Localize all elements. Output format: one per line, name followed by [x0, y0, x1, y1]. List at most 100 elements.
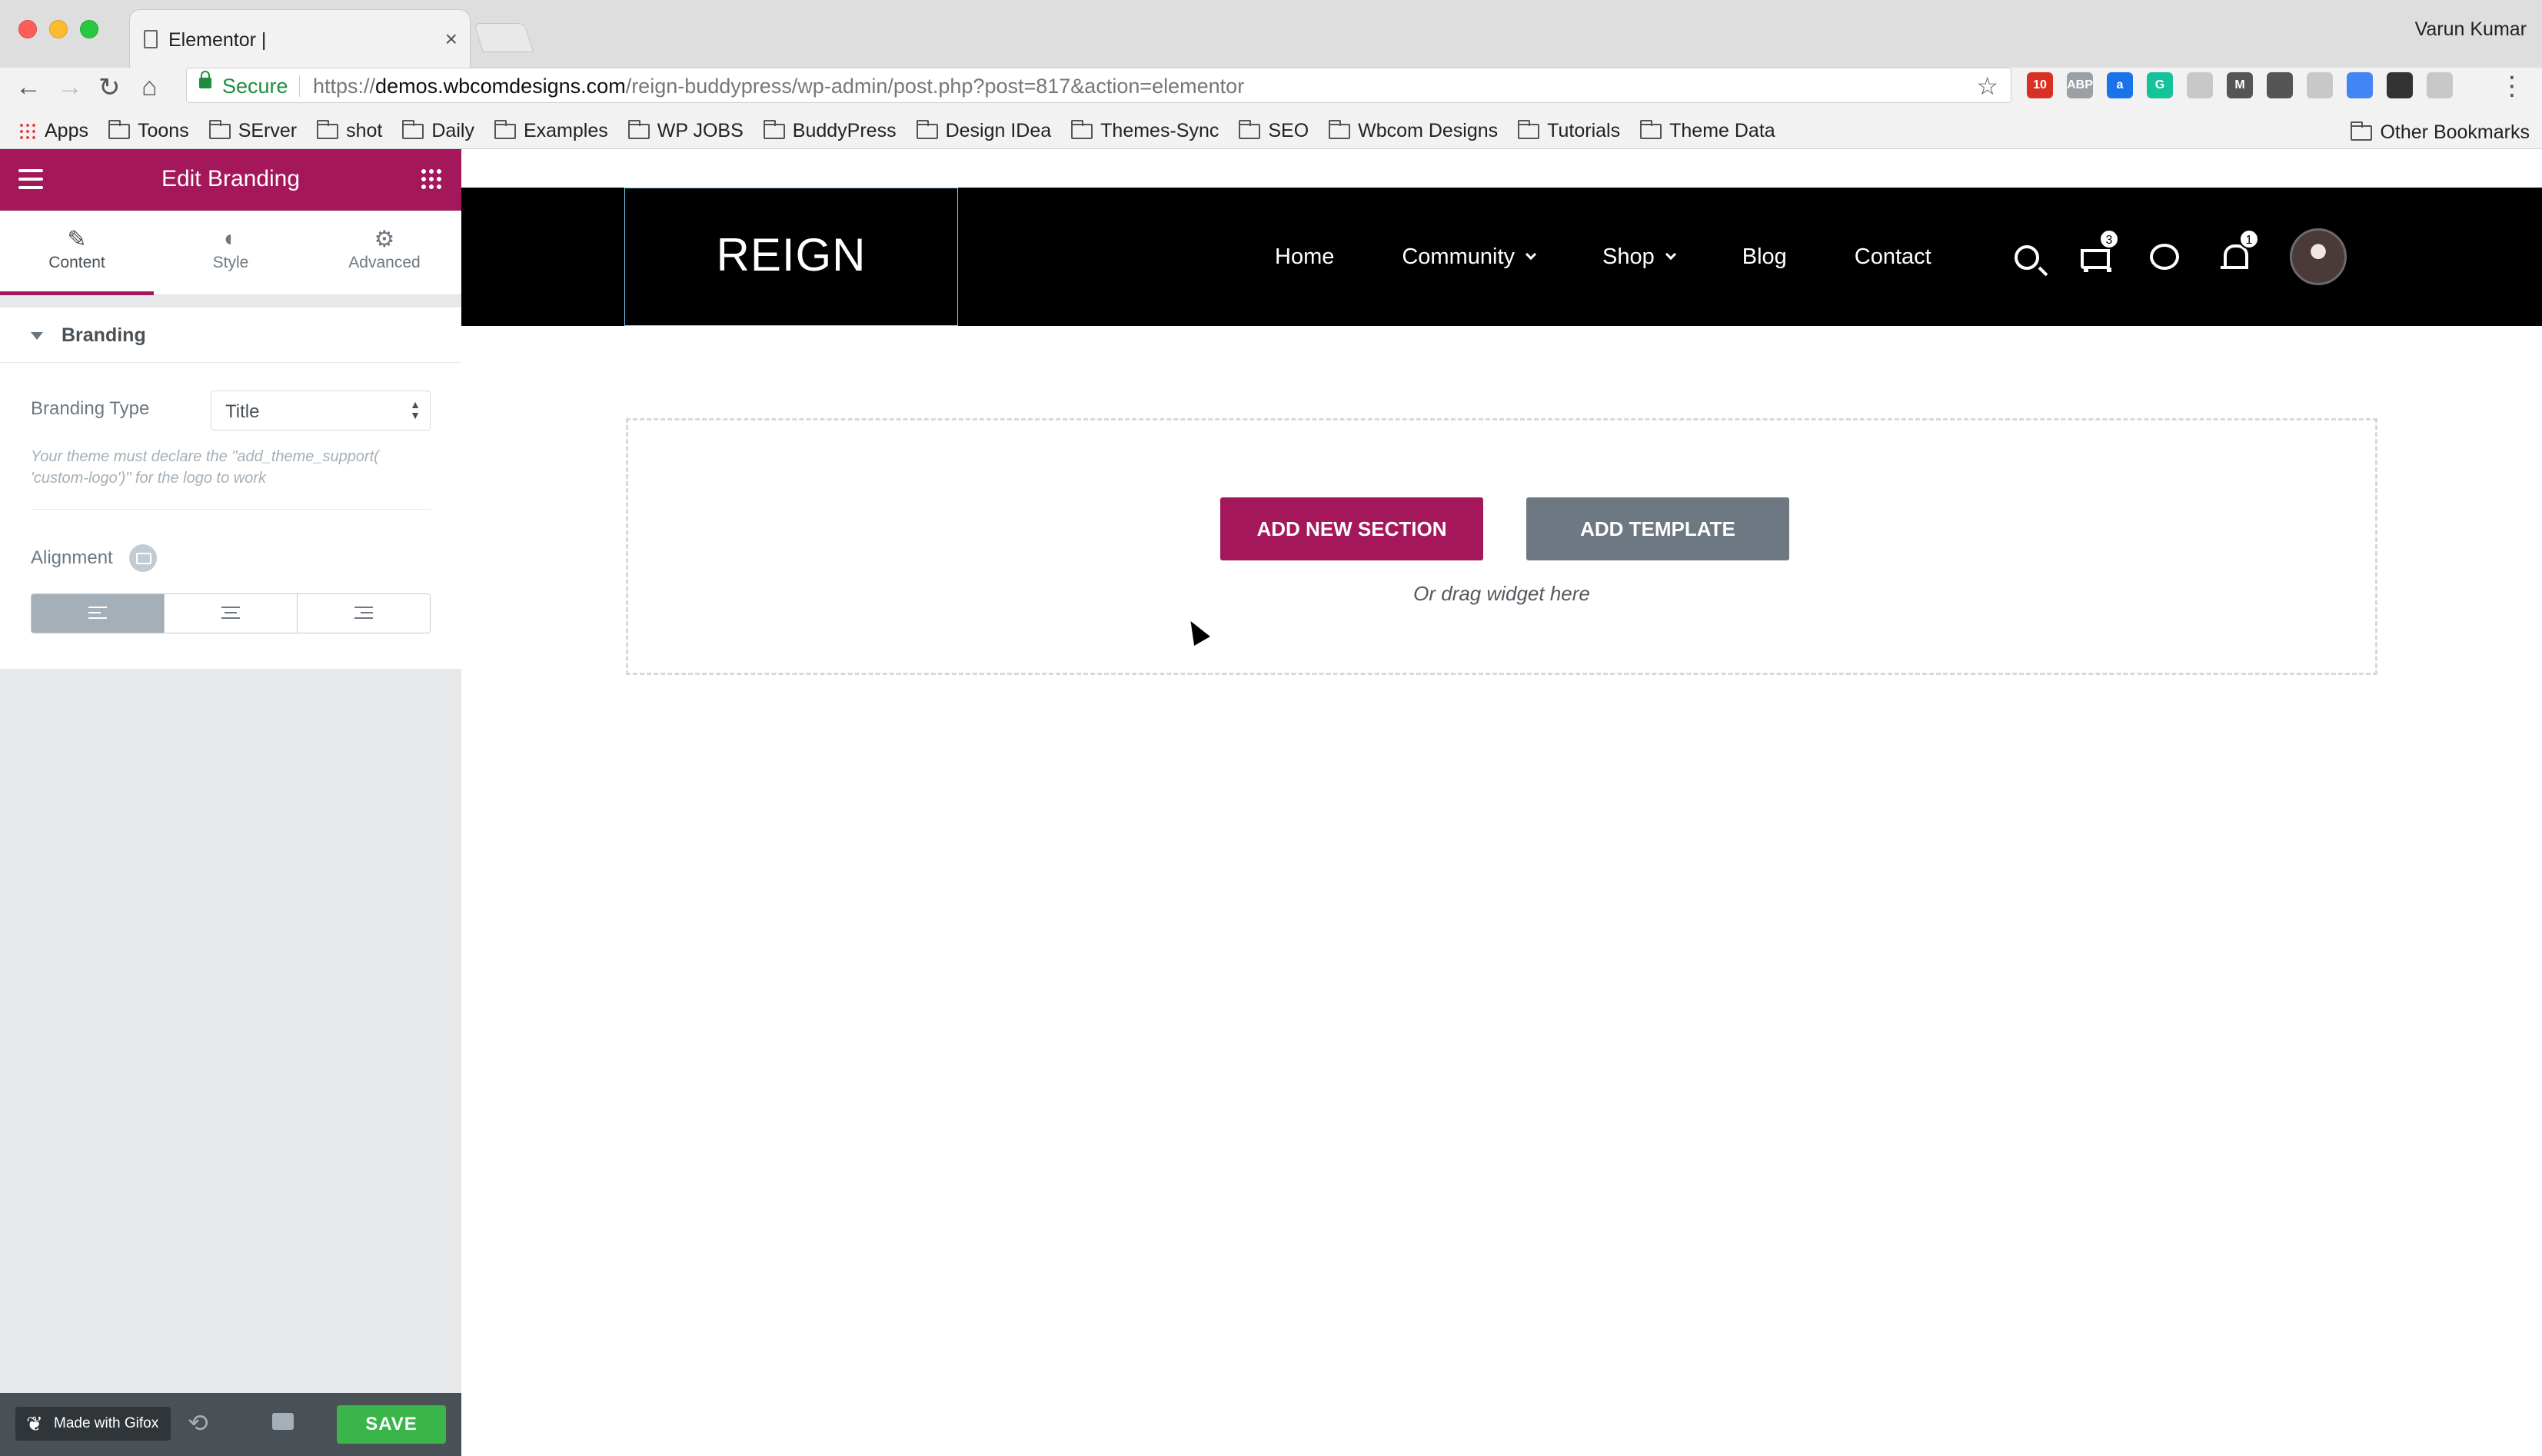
- panel-header: Edit Branding: [0, 149, 461, 211]
- moon-icon[interactable]: [2427, 72, 2453, 98]
- save-button[interactable]: SAVE: [337, 1405, 446, 1444]
- bookmark-label: Toons: [137, 120, 189, 141]
- bookmark-seo[interactable]: SEO: [1239, 119, 1309, 142]
- bookmark-label: BuddyPress: [792, 120, 897, 141]
- align-left-button[interactable]: [32, 594, 165, 633]
- history-icon[interactable]: ⟲: [188, 1408, 208, 1438]
- bookmark-label: Examples: [523, 120, 608, 141]
- reload-button[interactable]: ↻: [98, 72, 121, 103]
- address-bar[interactable]: Secure https://demos.wbcomdesigns.com/re…: [186, 68, 2011, 103]
- bookmark-label: Theme Data: [1669, 120, 1775, 141]
- folder-icon: [1239, 119, 1261, 139]
- align-right-button[interactable]: [298, 594, 430, 633]
- alignment-label: Alignment: [31, 547, 113, 568]
- bookmark-star-icon[interactable]: ☆: [1976, 71, 1998, 101]
- back-button[interactable]: ←: [15, 72, 42, 102]
- messages-icon[interactable]: [2150, 244, 2179, 270]
- bookmark-label: Wbcom Designs: [1358, 120, 1499, 141]
- maximize-window-button[interactable]: [80, 20, 98, 38]
- bookmarks-bar: Apps Toons SErver shot Daily Examples WP JOBS B…: [0, 114, 2542, 149]
- bookmark-label: Design IDea: [945, 120, 1052, 141]
- folder-icon: [763, 119, 785, 139]
- section-toggle-branding[interactable]: Branding: [0, 307, 461, 363]
- browser-tab-active[interactable]: Elementor | ×: [129, 9, 471, 68]
- url-text[interactable]: https://demos.wbcomdesigns.com/reign-bud…: [313, 75, 1244, 98]
- bookmark-label: Apps: [45, 120, 88, 141]
- nav-item-community[interactable]: Community: [1402, 244, 1537, 270]
- bookmark-shot[interactable]: shot: [317, 119, 382, 142]
- add-new-section-button[interactable]: ADD NEW SECTION: [1220, 497, 1483, 560]
- bookmark-tutorials[interactable]: Tutorials: [1518, 119, 1620, 142]
- bookmark-toons[interactable]: Toons: [108, 119, 189, 142]
- bookmark-themes-sync[interactable]: Themes-Sync: [1071, 119, 1219, 142]
- add-section-dropzone[interactable]: ADD NEW SECTION ADD TEMPLATE Or drag wid…: [626, 418, 2377, 675]
- bookmark-wp-jobs[interactable]: WP JOBS: [627, 119, 744, 142]
- drag-widget-hint: Or drag widget here: [1413, 582, 1590, 605]
- bookmark-label: Other Bookmarks: [2380, 121, 2530, 143]
- branding-widget[interactable]: REIGN: [624, 188, 958, 326]
- tab-label: Advanced: [348, 254, 421, 271]
- calendar-icon[interactable]: 10: [2027, 72, 2053, 98]
- nav-item-contact[interactable]: Contact: [1855, 244, 1931, 270]
- bookmark-server[interactable]: SErver: [208, 119, 297, 142]
- close-window-button[interactable]: [18, 20, 37, 38]
- branding-section: Branding Branding Type Title ▲ ▼ Your the…: [0, 307, 461, 669]
- minimize-window-button[interactable]: [49, 20, 68, 38]
- bookmark-daily[interactable]: Daily: [402, 119, 474, 142]
- cloud-icon[interactable]: [2307, 72, 2333, 98]
- add-template-button[interactable]: ADD TEMPLATE: [1526, 497, 1789, 560]
- nav-item-home[interactable]: Home: [1275, 244, 1334, 270]
- rss-icon[interactable]: [2187, 72, 2213, 98]
- search-icon[interactable]: [2015, 245, 2039, 270]
- address-separator: [299, 75, 300, 97]
- templates-folder-icon[interactable]: [272, 1413, 294, 1430]
- bookmark-examples[interactable]: Examples: [494, 119, 608, 142]
- folder-icon: [1071, 119, 1093, 139]
- new-tab-button[interactable]: [473, 23, 534, 52]
- m-icon[interactable]: M: [2227, 72, 2253, 98]
- bookmark-apps[interactable]: Apps: [18, 120, 88, 142]
- tab-close-icon[interactable]: ×: [445, 27, 457, 52]
- bookmark-wbcom-designs[interactable]: Wbcom Designs: [1329, 119, 1499, 142]
- panel-footer: Made with Gifox ⟲ SAVE: [0, 1393, 461, 1456]
- responsive-desktop-icon[interactable]: [129, 544, 157, 572]
- translate-icon[interactable]: [2347, 72, 2373, 98]
- forward-button[interactable]: →: [57, 72, 83, 102]
- align-center-button[interactable]: [165, 594, 298, 633]
- secure-label: Secure: [222, 75, 288, 98]
- browser-menu-icon[interactable]: ⋮: [2499, 71, 2525, 101]
- extensions-bar: 10 ABP a G M: [2027, 68, 2453, 103]
- bookmark-other[interactable]: Other Bookmarks: [2351, 121, 2530, 144]
- home-button[interactable]: ⌂: [141, 72, 158, 102]
- panel-title: Edit Branding: [161, 166, 301, 191]
- gear-icon: ⚙: [374, 227, 395, 252]
- evernote-icon[interactable]: [2267, 72, 2293, 98]
- adblock-icon[interactable]: ABP: [2067, 72, 2093, 98]
- folder-icon: [916, 119, 938, 139]
- tab-content[interactable]: ✎ Content: [0, 211, 154, 295]
- bookmark-theme-data[interactable]: Theme Data: [1640, 119, 1775, 142]
- branding-type-value: Title: [225, 401, 260, 422]
- elementor-panel: Edit Branding ✎ Content ◐ Style ⚙ Advanced Br…: [0, 149, 461, 1456]
- bookmark-label: Daily: [431, 120, 474, 141]
- tab-style[interactable]: ◐ Style: [154, 211, 308, 294]
- bookmark-buddypress[interactable]: BuddyPress: [763, 119, 897, 142]
- widgets-grid-icon[interactable]: [420, 168, 443, 191]
- tab-advanced[interactable]: ⚙ Advanced: [308, 211, 461, 294]
- nav-label: Contact: [1854, 244, 1931, 269]
- branding-note: Your theme must declare the "add_theme_s…: [31, 448, 379, 487]
- pencil-icon: ✎: [67, 227, 87, 252]
- apps-grid-icon: [18, 121, 37, 141]
- user-avatar[interactable]: [2290, 228, 2347, 285]
- profile-name[interactable]: Varun Kumar: [2415, 18, 2527, 41]
- nav-item-blog[interactable]: Blog: [1742, 244, 1787, 270]
- bookmark-design-idea[interactable]: Design IDea: [916, 119, 1052, 142]
- cart-icon[interactable]: 3: [2078, 229, 2119, 274]
- nav-item-shop[interactable]: Shop: [1602, 244, 1676, 270]
- camera-icon[interactable]: [2387, 72, 2413, 98]
- grammarly-icon[interactable]: G: [2147, 72, 2173, 98]
- a-icon[interactable]: a: [2107, 72, 2133, 98]
- notifications-bell-icon[interactable]: 1: [2218, 229, 2259, 274]
- branding-type-select[interactable]: Title ▲ ▼: [211, 391, 431, 430]
- nav-label: Shop: [1602, 244, 1655, 269]
